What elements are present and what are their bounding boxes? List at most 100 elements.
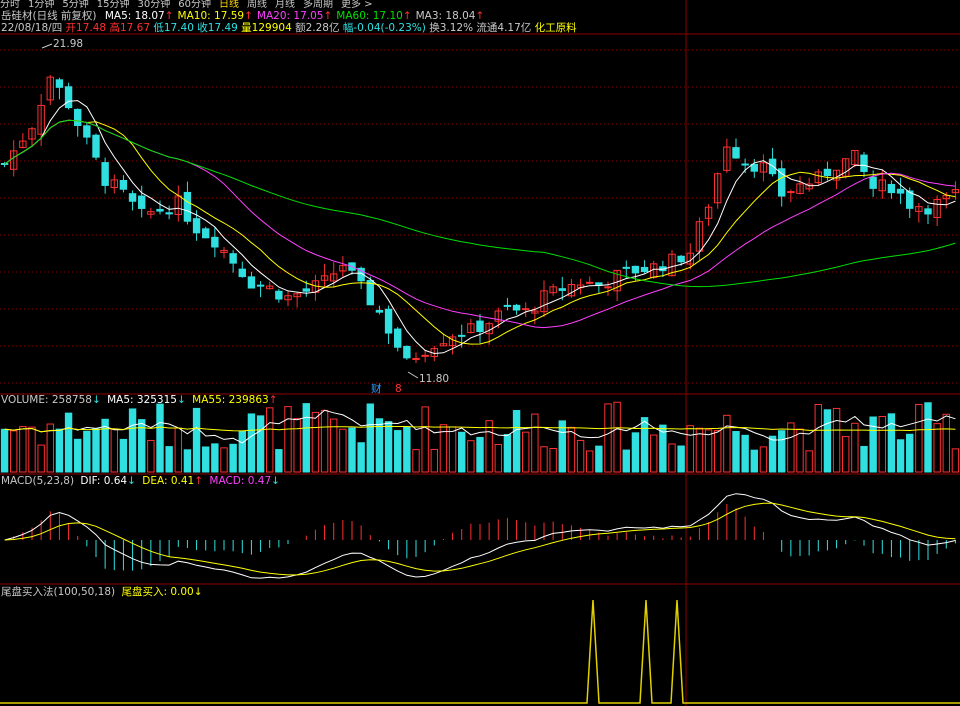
volume-bar <box>357 442 365 473</box>
volume-bar <box>723 414 731 473</box>
candle-body <box>887 183 896 194</box>
volume-bar <box>704 429 713 473</box>
volume-bar <box>695 427 704 473</box>
candle-body <box>640 266 649 273</box>
volume-bar <box>650 434 658 473</box>
volume-bar <box>768 435 777 473</box>
candle-body <box>101 162 109 186</box>
volume-bar <box>677 445 685 473</box>
candle-body <box>247 276 256 289</box>
financial-marker[interactable]: 财 <box>371 383 382 395</box>
volume-bar <box>540 446 548 473</box>
candle-body <box>394 328 402 348</box>
indicator-value-arrow: ↓ <box>193 586 203 598</box>
volume-bar <box>19 426 27 473</box>
volume-bar <box>595 445 603 473</box>
candle-body <box>74 108 82 126</box>
candle-body <box>156 208 164 212</box>
volume-bar <box>183 449 192 473</box>
candle-body <box>604 286 612 289</box>
volume-bar <box>494 444 502 473</box>
candle-body <box>211 236 219 248</box>
volume-bar <box>787 422 795 473</box>
volume-bar <box>467 440 475 473</box>
candle-body <box>92 134 100 158</box>
ma10-line <box>4 119 956 345</box>
candle-body <box>202 228 210 239</box>
volume-bar <box>64 412 73 473</box>
volume-bar <box>814 404 822 473</box>
candle-body <box>512 304 521 311</box>
candle-body <box>869 176 877 189</box>
volume-bar <box>522 431 530 473</box>
volume-bar <box>211 443 219 473</box>
candle-body <box>138 195 146 209</box>
volume-bar <box>192 407 201 473</box>
volume-bar <box>823 409 832 473</box>
candle-body <box>384 308 393 334</box>
macd-dea: DEA: 0.41 <box>142 475 195 487</box>
volume-bar <box>549 448 557 473</box>
volume-bar <box>759 446 768 473</box>
candle-body <box>896 188 905 194</box>
macd-value-arrow: ↓ <box>271 475 280 487</box>
low-annotation-arrow <box>407 371 419 379</box>
volume-bar <box>586 450 594 473</box>
volume-bar <box>640 417 649 473</box>
volume-bar <box>229 443 237 473</box>
volume-bar <box>686 425 694 473</box>
kline-charts[interactable] <box>0 0 960 706</box>
volume-bar <box>503 434 512 473</box>
candle-body <box>677 255 685 263</box>
volume-bar <box>604 403 612 473</box>
volume-bar <box>421 406 429 473</box>
volume-ma55: MA55: 239863 <box>192 394 269 406</box>
volume-bar <box>869 416 877 473</box>
volume-bar <box>156 403 164 473</box>
volume-bar <box>576 439 585 473</box>
candle-body <box>165 212 173 215</box>
candle-body <box>119 179 128 190</box>
volume-bar <box>622 449 630 473</box>
volume-bar <box>741 434 749 473</box>
candle-body <box>128 193 137 202</box>
volume-bar <box>320 409 329 473</box>
high-price-text: 21.98 <box>53 38 84 50</box>
volume-bar <box>0 428 9 473</box>
volume-bar <box>531 413 539 473</box>
volume-bar <box>256 415 265 473</box>
volume-ma5: MA5: 325315 <box>107 394 177 406</box>
volume-ma55-arrow: ↑ <box>268 394 278 406</box>
candle-body <box>183 191 192 222</box>
volume-bar <box>860 445 868 473</box>
candle-body <box>732 147 740 159</box>
candle-body <box>275 290 283 300</box>
volume-bar <box>92 428 100 473</box>
candle-body <box>503 304 512 307</box>
volume-bar <box>366 403 374 473</box>
event-marker[interactable]: 8 <box>395 383 402 395</box>
volume-bar <box>339 428 347 473</box>
volume-bar <box>266 407 274 473</box>
volume-bar <box>165 446 173 473</box>
volume-bar <box>412 449 420 473</box>
volume-bar <box>247 413 256 473</box>
high-annotation-arrow <box>41 43 53 49</box>
indicator-legend: 尾盘买入法(100,50,18) 尾盘买入: 0.00↓ <box>1 586 203 598</box>
volume-bar <box>796 428 804 473</box>
volume-bar <box>275 449 283 473</box>
volume-bar <box>238 430 246 473</box>
volume-bar <box>732 431 740 473</box>
candle-body <box>787 191 795 194</box>
macd-value: MACD: 0.47 <box>209 475 272 487</box>
candle-body <box>375 309 384 313</box>
volume-bar <box>74 438 82 473</box>
volume-bar <box>394 430 402 473</box>
volume-bar <box>915 403 923 473</box>
candle-body <box>55 79 64 88</box>
volume-bar <box>942 413 950 473</box>
candle-body <box>622 266 630 269</box>
volume-bar <box>933 423 941 473</box>
macd-legend: MACD(5,23,8) DIF: 0.64↓ DEA: 0.41↑ MACD:… <box>1 475 280 487</box>
macd-dea-arrow: ↑ <box>194 475 204 487</box>
